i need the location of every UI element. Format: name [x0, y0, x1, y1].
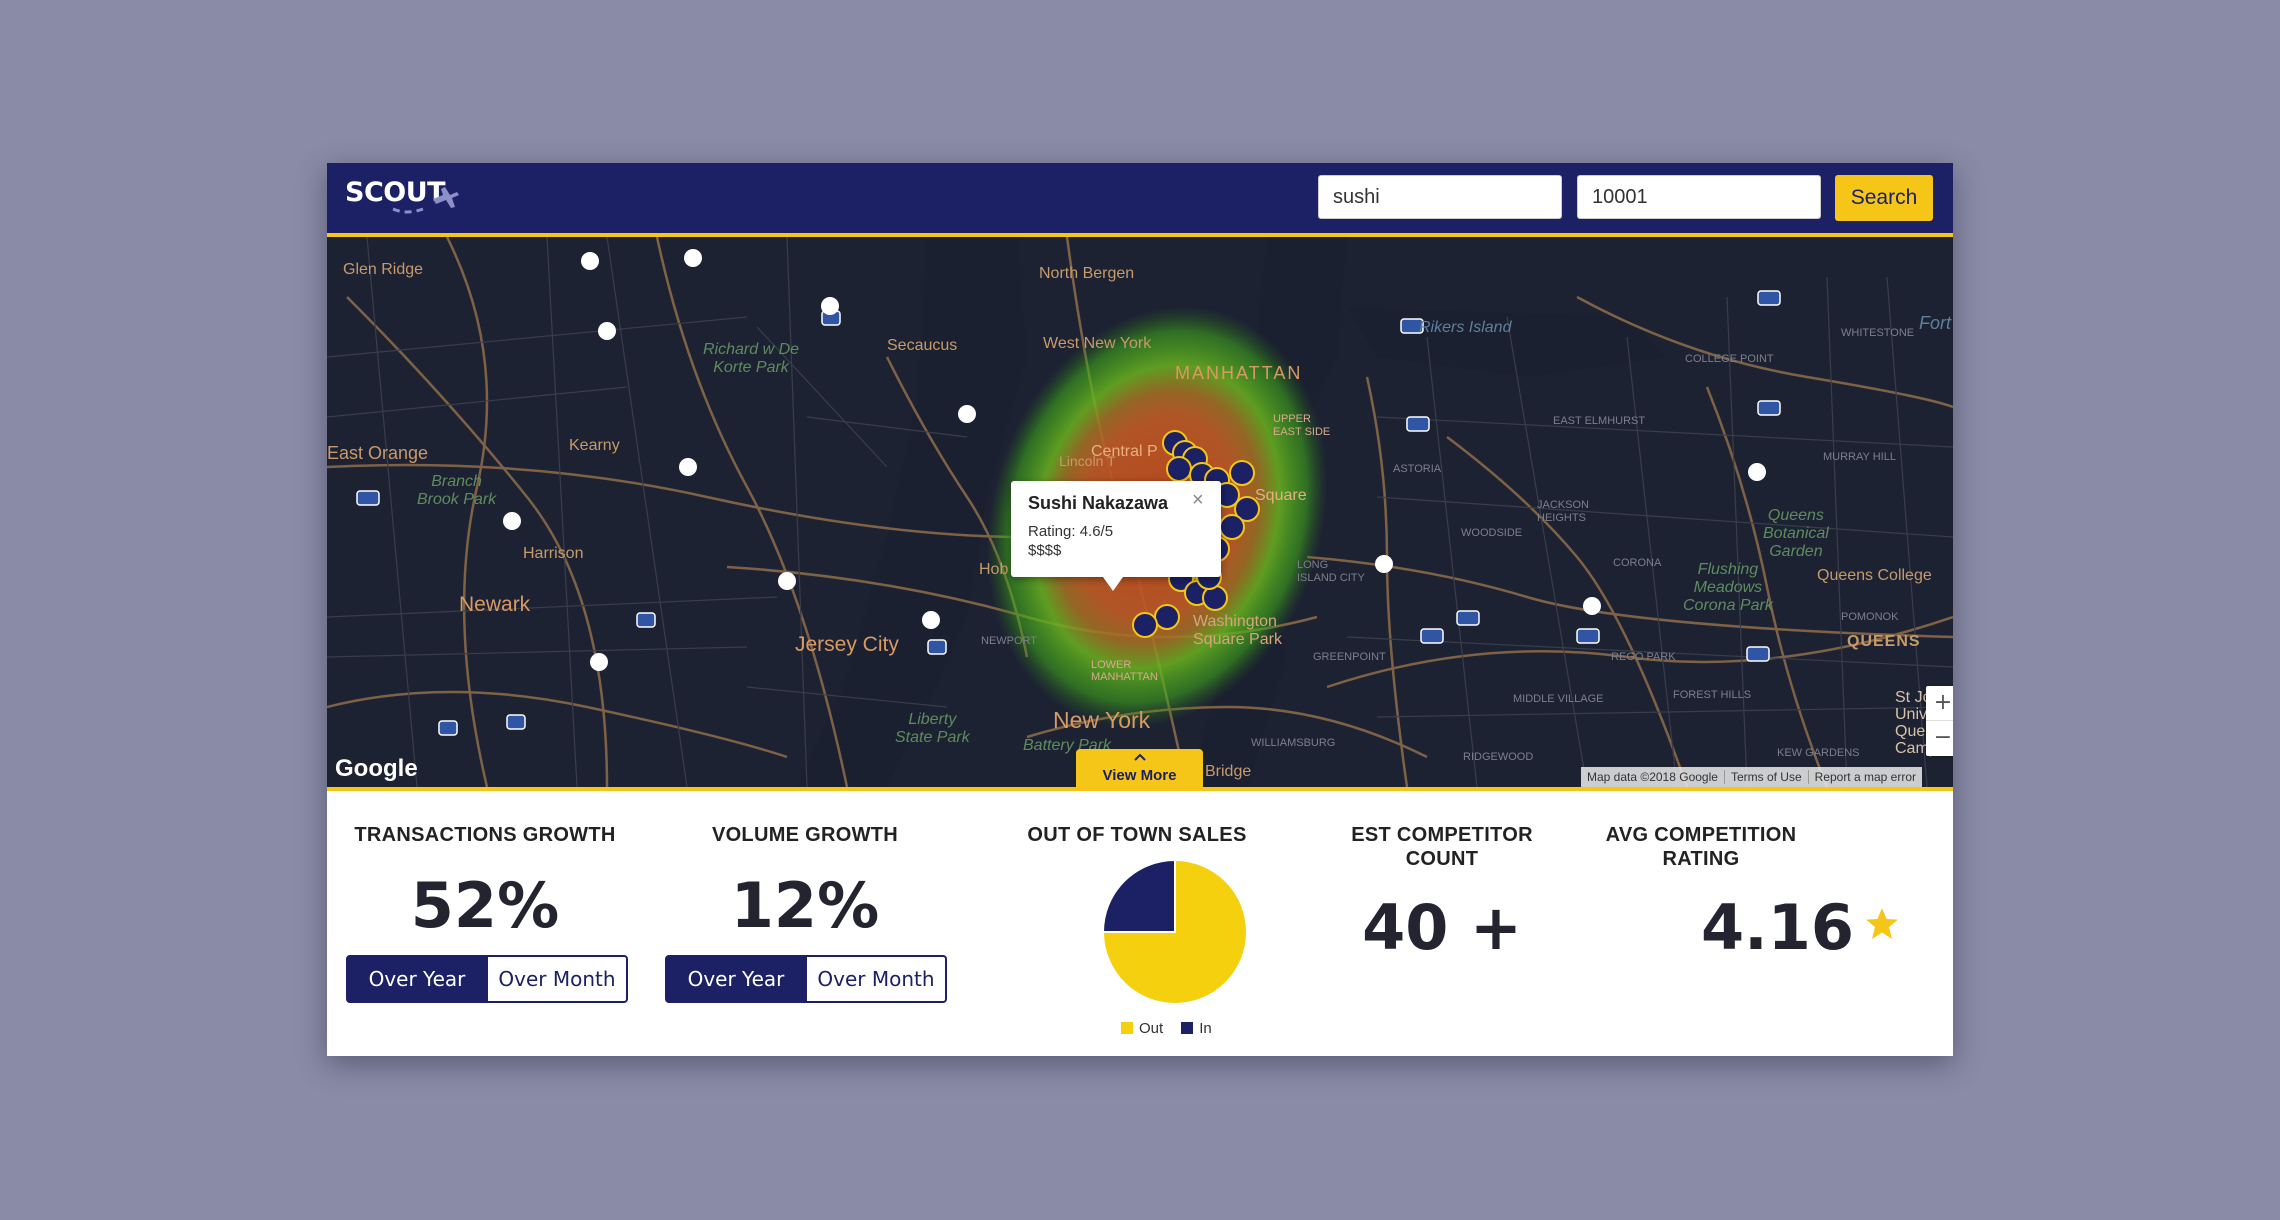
map-label: UPPER EAST SIDE — [1273, 413, 1331, 438]
map-divider — [327, 787, 1953, 791]
map-label: Rikers Island — [1419, 319, 1512, 336]
map-label: EAST ELMHURST — [1553, 415, 1646, 427]
map-label: COLLEGE POINT — [1685, 353, 1774, 365]
map-label: FOREST HILLS — [1673, 689, 1752, 701]
map-label: MANHATTAN — [1175, 363, 1303, 383]
map-label: North Bergen — [1039, 265, 1135, 282]
map-label: Bridge — [1205, 763, 1252, 780]
map-label: Glen Ridge — [343, 261, 424, 278]
transactions-growth-title: TRANSACTIONS GROWTH — [354, 824, 616, 846]
map-label: JACKSON HEIGHTS — [1537, 499, 1589, 524]
map-label: East Orange — [327, 443, 429, 463]
map-label: Hob — [979, 561, 1009, 578]
map-view[interactable]: Glen Ridge North Bergen Secaucus West Ne… — [327, 237, 1953, 787]
top-bar: SCOUT Search — [327, 163, 1953, 237]
map-label: Fort — [1919, 313, 1952, 333]
competitor-count-value: 40 + — [1362, 891, 1522, 964]
avg-rating-title: AVG COMPETITION RATING — [1605, 824, 1797, 870]
map-data-credit: Map data ©2018 Google — [1581, 770, 1725, 784]
chevron-up-icon — [1134, 753, 1146, 761]
pie-slice-in — [1102, 859, 1176, 933]
map-label: Lincoln T — [1059, 453, 1116, 469]
competitor-count-title: EST COMPETITOR COUNT — [1351, 824, 1533, 870]
place-name: Sushi Nakazawa — [1028, 493, 1169, 513]
over-year-tab[interactable]: Over Year — [346, 955, 488, 1003]
zoom-out-button[interactable]: − — [1926, 721, 1953, 755]
map-label: POMONOK — [1841, 611, 1899, 623]
map-label: KEW GARDENS — [1777, 747, 1860, 759]
map-label: West New York — [1043, 335, 1152, 352]
close-icon[interactable]: × — [1192, 489, 1204, 512]
legend-swatch — [1121, 1022, 1133, 1034]
out-of-town-sales-title: OUT OF TOWN SALES — [1027, 824, 1247, 846]
google-logo: Google — [335, 755, 418, 782]
app-window: SCOUT Search — [327, 163, 1953, 1056]
map-label: Richard w De Korte Park — [703, 341, 800, 376]
map-label: MURRAY HILL — [1823, 451, 1896, 463]
map-label: Square — [1255, 487, 1307, 504]
scout-logo[interactable]: SCOUT — [345, 173, 485, 227]
map-label: Newark — [459, 593, 531, 616]
legend-item-out: Out — [1121, 1020, 1163, 1037]
zoom-control: + − — [1926, 686, 1953, 756]
transactions-growth-value: 52% — [410, 869, 560, 942]
map-label: Secaucus — [887, 337, 958, 354]
place-rating: Rating: 4.6/5 — [1028, 523, 1114, 540]
map-label: Jersey City — [795, 633, 899, 656]
place-info-popup: Sushi Nakazawa Rating: 4.6/5 $$$$ × — [1011, 481, 1221, 591]
map-label: NEWPORT — [981, 635, 1038, 647]
map-label: Washington Square Park — [1193, 613, 1282, 648]
search-button[interactable]: Search — [1835, 175, 1933, 221]
map-label: New York — [1053, 707, 1151, 733]
map-label: WILLIAMSBURG — [1251, 737, 1336, 749]
volume-growth-title: VOLUME GROWTH — [711, 824, 899, 846]
place-price: $$$$ — [1028, 542, 1062, 559]
map-label: LONG ISLAND CITY — [1297, 559, 1365, 584]
map-label: Flushing Meadows Corona Park — [1683, 561, 1773, 614]
zoom-in-button[interactable]: + — [1926, 686, 1953, 721]
map-label: Queens Botanical Garden — [1763, 507, 1829, 560]
map-label: WHITESTONE — [1841, 327, 1915, 339]
map-label: Queens College — [1817, 567, 1932, 584]
map-label: MIDDLE VILLAGE — [1513, 693, 1604, 705]
map-label: REGO PARK — [1611, 651, 1676, 663]
out-of-town-pie-chart — [1102, 859, 1248, 1005]
over-month-tab[interactable]: Over Month — [807, 955, 947, 1003]
view-more-label: View More — [1102, 767, 1177, 784]
over-year-tab[interactable]: Over Year — [665, 955, 807, 1003]
legend-item-in: In — [1181, 1020, 1212, 1037]
view-more-button[interactable]: View More — [1076, 749, 1203, 787]
airplane-icon — [392, 187, 459, 214]
map-label: CORONA — [1613, 557, 1662, 569]
volume-growth-value: 12% — [730, 869, 880, 942]
map-label: GREENPOINT — [1313, 651, 1386, 663]
map-label: WOODSIDE — [1461, 527, 1523, 539]
map-label: Harrison — [523, 545, 584, 562]
terms-of-use-link[interactable]: Terms of Use — [1725, 770, 1809, 784]
avg-rating-value: 4.16 — [1701, 891, 1854, 964]
map-label: RIDGEWOOD — [1463, 751, 1534, 763]
keyword-search-input[interactable] — [1318, 175, 1562, 219]
zip-code-input[interactable] — [1577, 175, 1821, 219]
legend-label: Out — [1139, 1020, 1164, 1037]
legend-swatch — [1181, 1022, 1194, 1034]
over-month-tab[interactable]: Over Month — [488, 955, 628, 1003]
map-attribution: Map data ©2018 Google Terms of Use Repor… — [1581, 767, 1922, 787]
star-icon — [1866, 908, 1898, 939]
map-label: ASTORIA — [1393, 463, 1442, 475]
map-label: LOWER MANHATTAN — [1091, 659, 1158, 683]
map-label: Branch Brook Park — [417, 473, 497, 508]
legend-label: In — [1199, 1020, 1212, 1037]
map-label: QUEENS — [1847, 633, 1921, 650]
volume-period-toggle: Over Year Over Month — [665, 955, 947, 1003]
transactions-period-toggle: Over Year Over Month — [346, 955, 628, 1003]
pie-legend: Out In — [1121, 1020, 1212, 1037]
report-map-error-link[interactable]: Report a map error — [1809, 770, 1922, 784]
map-label: Kearny — [569, 437, 620, 454]
map-label: Liberty State Park — [895, 711, 970, 746]
